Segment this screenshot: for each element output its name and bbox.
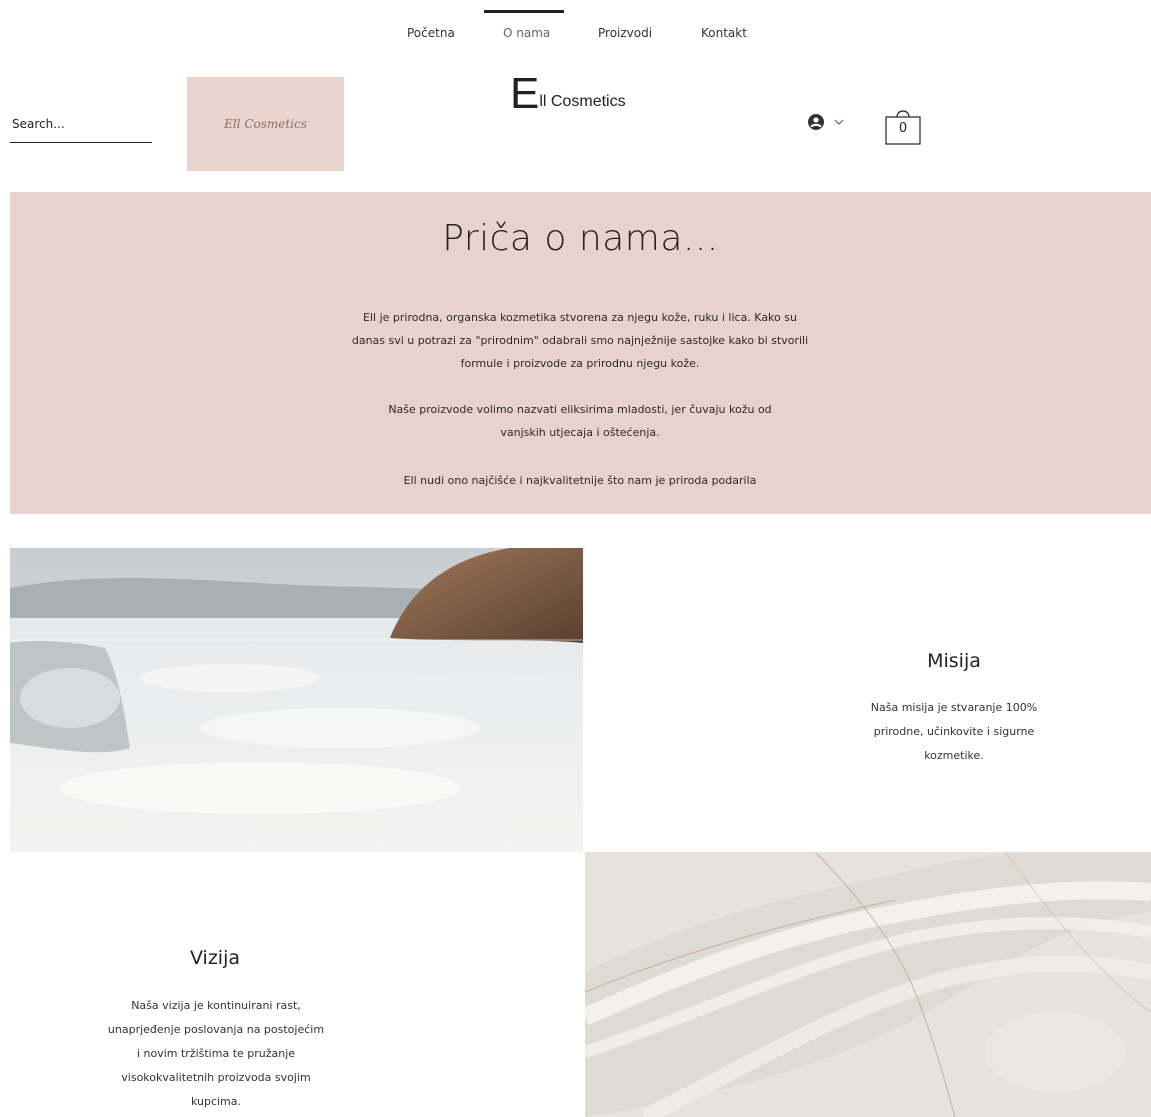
sea-foam-image [10, 548, 583, 852]
about-title: Priča o nama... [442, 218, 719, 259]
about-paragraph-2: Naše proizvode volimo nazvati eliksirima… [388, 403, 772, 439]
vision-title: Vizija [189, 947, 241, 969]
logo-text: Ell Cosmetics [224, 117, 307, 131]
nav-item-pocetna[interactable]: Početna [407, 26, 455, 40]
brand-title[interactable]: Ell Cosmetics [510, 72, 626, 116]
about-paragraph-3: Ell nudi ono najčišće i najkvalitetnije … [403, 474, 757, 487]
brand-name-rest: ll Cosmetics [539, 93, 626, 110]
nav-item-kontakt[interactable]: Kontakt [701, 26, 747, 40]
mission-title: Misija [927, 650, 981, 672]
vision-text: Naša vizija je kontinuirani rast, unaprj… [107, 999, 325, 1108]
nav-item-proizvodi[interactable]: Proizvodi [598, 26, 652, 40]
mission-text: Naša misija je stvaranje 100% prirodne, … [870, 701, 1038, 762]
user-avatar-icon [808, 114, 824, 130]
about-paragraph-1: Ell je prirodna, organska kozmetika stvo… [351, 311, 809, 370]
marble-texture-image [585, 852, 1151, 1117]
account-menu-button[interactable] [808, 114, 844, 130]
search-input[interactable] [10, 110, 152, 138]
chevron-down-icon [834, 119, 844, 125]
brand-initial: E [510, 69, 540, 118]
top-navigation: Početna O nama Proizvodi Kontakt [0, 0, 1151, 50]
nav-active-indicator [484, 10, 564, 13]
nav-item-o-nama[interactable]: O nama [503, 26, 550, 40]
about-section: Priča o nama... Ell je prirodna, organsk… [10, 192, 1151, 514]
cart-count: 0 [898, 121, 908, 136]
cart-button[interactable]: 0 [885, 104, 921, 146]
search-box [10, 110, 152, 143]
logo-image[interactable]: Ell Cosmetics [187, 77, 344, 171]
